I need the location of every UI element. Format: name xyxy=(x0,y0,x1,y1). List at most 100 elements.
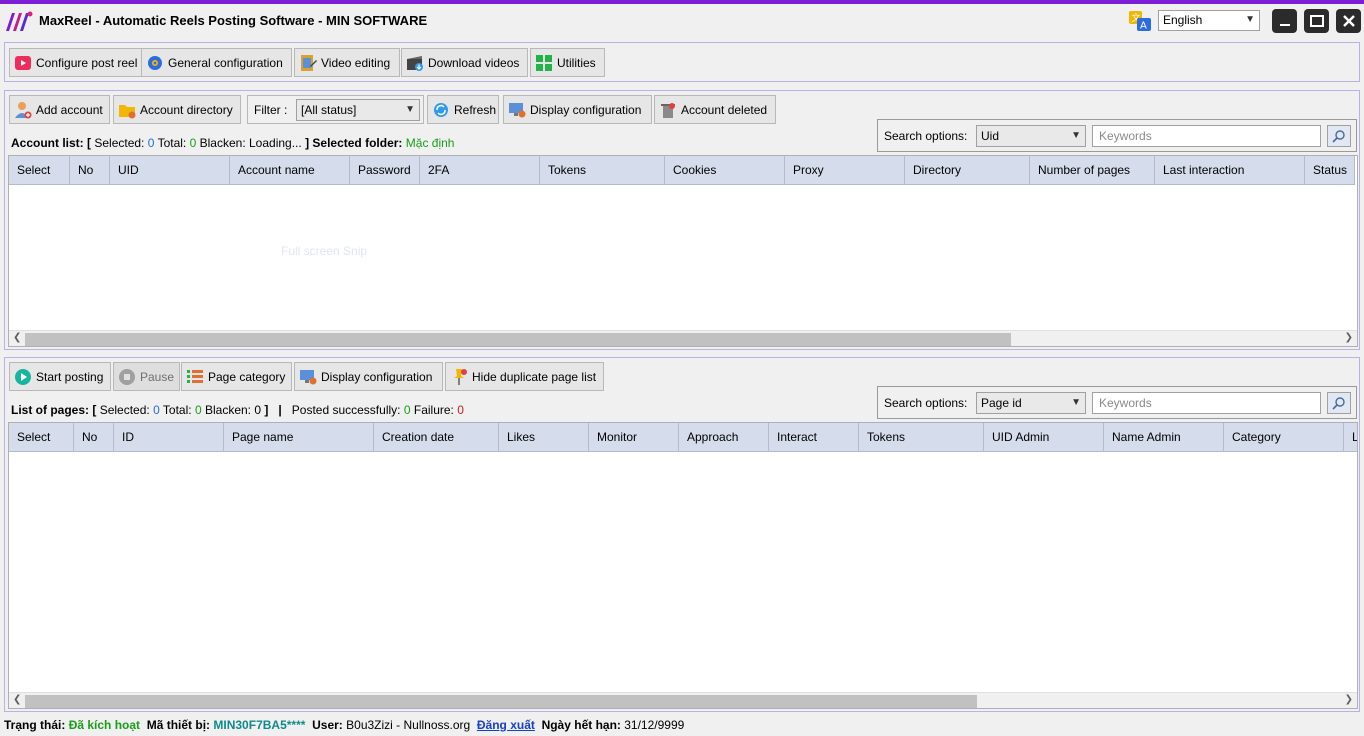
refresh-button[interactable]: Refresh xyxy=(427,95,499,124)
blacken-label: Blacken: xyxy=(204,403,251,417)
add-account-button[interactable]: Add account xyxy=(9,95,110,124)
page-search-option-select[interactable]: Page id ▼ xyxy=(976,392,1086,414)
col-creation-date[interactable]: Creation date xyxy=(374,423,499,452)
col-directory[interactable]: Directory xyxy=(905,156,1030,185)
account-keywords-input[interactable]: Keywords xyxy=(1092,125,1321,147)
col-uid[interactable]: UID xyxy=(110,156,230,185)
total-label: Total: xyxy=(162,403,192,417)
col-approach[interactable]: Approach xyxy=(679,423,769,452)
account-search-option-select[interactable]: Uid ▼ xyxy=(976,125,1086,147)
selected-label: Selected: xyxy=(99,403,150,417)
download-videos-button[interactable]: Download videos xyxy=(401,48,528,77)
col-cookies[interactable]: Cookies xyxy=(665,156,785,185)
configure-post-reel-label: Configure post reel xyxy=(36,55,138,70)
page-search-button[interactable] xyxy=(1327,392,1351,414)
display-configuration-button[interactable]: Display configuration xyxy=(503,95,652,124)
col-id[interactable]: ID xyxy=(114,423,224,452)
configure-post-reel-button[interactable]: Configure post reel xyxy=(9,48,142,77)
blacken-count: 0 xyxy=(254,403,262,417)
col-tokens[interactable]: Tokens xyxy=(540,156,665,185)
col-uid-admin[interactable]: UID Admin xyxy=(984,423,1104,452)
account-info-line: Account list: [ Selected: 0 Total: 0 Bla… xyxy=(11,136,454,150)
posted-successfully-count: 0 xyxy=(403,403,411,417)
col-number-of-pages[interactable]: Number of pages xyxy=(1030,156,1155,185)
col-proxy[interactable]: Proxy xyxy=(785,156,905,185)
minimize-button[interactable] xyxy=(1272,9,1297,33)
col-more[interactable]: L xyxy=(1344,423,1357,452)
filter-label: Filter : xyxy=(254,102,288,117)
video-editing-button[interactable]: Video editing xyxy=(294,48,400,77)
selected-folder-value: Mặc định xyxy=(405,136,455,150)
filter-select[interactable]: [All status] ▼ xyxy=(296,99,420,121)
selected-count: 0 xyxy=(147,136,155,150)
hide-duplicate-button[interactable]: Hide duplicate page list xyxy=(445,362,604,391)
account-deleted-button[interactable]: Account deleted xyxy=(654,95,776,124)
display-configuration-label: Display configuration xyxy=(530,102,642,117)
close-button[interactable] xyxy=(1336,9,1361,33)
account-directory-button[interactable]: Account directory xyxy=(113,95,241,124)
col-likes[interactable]: Likes xyxy=(499,423,589,452)
scroll-thumb[interactable] xyxy=(25,333,1011,346)
chevron-down-icon: ▼ xyxy=(405,104,415,115)
utilities-button[interactable]: Utilities xyxy=(530,48,605,77)
folder-icon xyxy=(119,104,136,118)
scroll-left-icon[interactable]: ❮ xyxy=(13,332,21,343)
general-configuration-button[interactable]: General configuration xyxy=(141,48,292,77)
filter-value: [All status] xyxy=(301,103,357,117)
search-options-label: Search options: xyxy=(884,129,968,143)
maximize-button[interactable] xyxy=(1304,9,1329,33)
col-page-name[interactable]: Page name xyxy=(224,423,374,452)
col-last-interaction[interactable]: Last interaction xyxy=(1155,156,1305,185)
scroll-right-icon[interactable]: ❯ xyxy=(1345,332,1353,343)
pause-icon xyxy=(119,368,135,385)
blacken-label: Blacken: xyxy=(199,136,246,150)
selected-folder-label: Selected folder: xyxy=(312,136,403,150)
page-keywords-input[interactable]: Keywords xyxy=(1092,392,1321,414)
page-display-configuration-button[interactable]: Display configuration xyxy=(294,362,443,391)
minimize-icon xyxy=(1279,24,1290,26)
download-video-icon xyxy=(407,55,423,71)
scroll-right-icon[interactable]: ❯ xyxy=(1345,694,1353,705)
general-configuration-label: General configuration xyxy=(168,55,283,70)
page-category-button[interactable]: Page category xyxy=(181,362,292,391)
search-options-label: Search options: xyxy=(884,396,968,410)
page-horizontal-scrollbar[interactable]: ❮ ❯ xyxy=(9,692,1357,708)
col-status[interactable]: Status xyxy=(1305,156,1355,185)
account-list-label: Account list: xyxy=(11,136,84,150)
bracket-close: ] xyxy=(264,403,269,417)
chevron-down-icon: ▼ xyxy=(1071,130,1081,141)
account-horizontal-scrollbar[interactable]: ❮ ❯ xyxy=(9,330,1357,346)
download-videos-label: Download videos xyxy=(428,55,520,70)
scroll-thumb[interactable] xyxy=(25,695,977,708)
search-icon xyxy=(1332,397,1345,410)
user-label: User: xyxy=(312,718,343,732)
title-bar: MaxReel - Automatic Reels Posting Softwa… xyxy=(0,4,1364,37)
col-name-admin[interactable]: Name Admin xyxy=(1104,423,1224,452)
expiry-value: 31/12/9999 xyxy=(624,718,685,732)
col-select[interactable]: Select xyxy=(9,156,70,185)
col-interact[interactable]: Interact xyxy=(769,423,859,452)
col-select[interactable]: Select xyxy=(9,423,74,452)
scroll-left-icon[interactable]: ❮ xyxy=(13,694,21,705)
page-category-label: Page category xyxy=(208,369,286,384)
play-icon xyxy=(15,368,31,385)
col-monitor[interactable]: Monitor xyxy=(589,423,679,452)
language-select[interactable]: English ▼ xyxy=(1158,10,1260,31)
start-posting-button[interactable]: Start posting xyxy=(9,362,111,391)
add-account-label: Add account xyxy=(36,102,103,117)
logout-link[interactable]: Đăng xuất xyxy=(477,718,535,732)
account-search-button[interactable] xyxy=(1327,125,1351,147)
window-title: MaxReel - Automatic Reels Posting Softwa… xyxy=(39,13,428,28)
col-tokens[interactable]: Tokens xyxy=(859,423,984,452)
col-no[interactable]: No xyxy=(74,423,114,452)
pause-button[interactable]: Pause xyxy=(113,362,180,391)
col-category[interactable]: Category xyxy=(1224,423,1344,452)
col-account-name[interactable]: Account name xyxy=(230,156,350,185)
page-display-configuration-label: Display configuration xyxy=(321,369,433,384)
selected-count: 0 xyxy=(153,403,160,417)
col-no[interactable]: No xyxy=(70,156,110,185)
maxreel-logo-icon xyxy=(6,11,33,31)
col-2fa[interactable]: 2FA xyxy=(420,156,540,185)
col-password[interactable]: Password xyxy=(350,156,420,185)
filter-group: Filter : [All status] ▼ xyxy=(247,95,424,124)
